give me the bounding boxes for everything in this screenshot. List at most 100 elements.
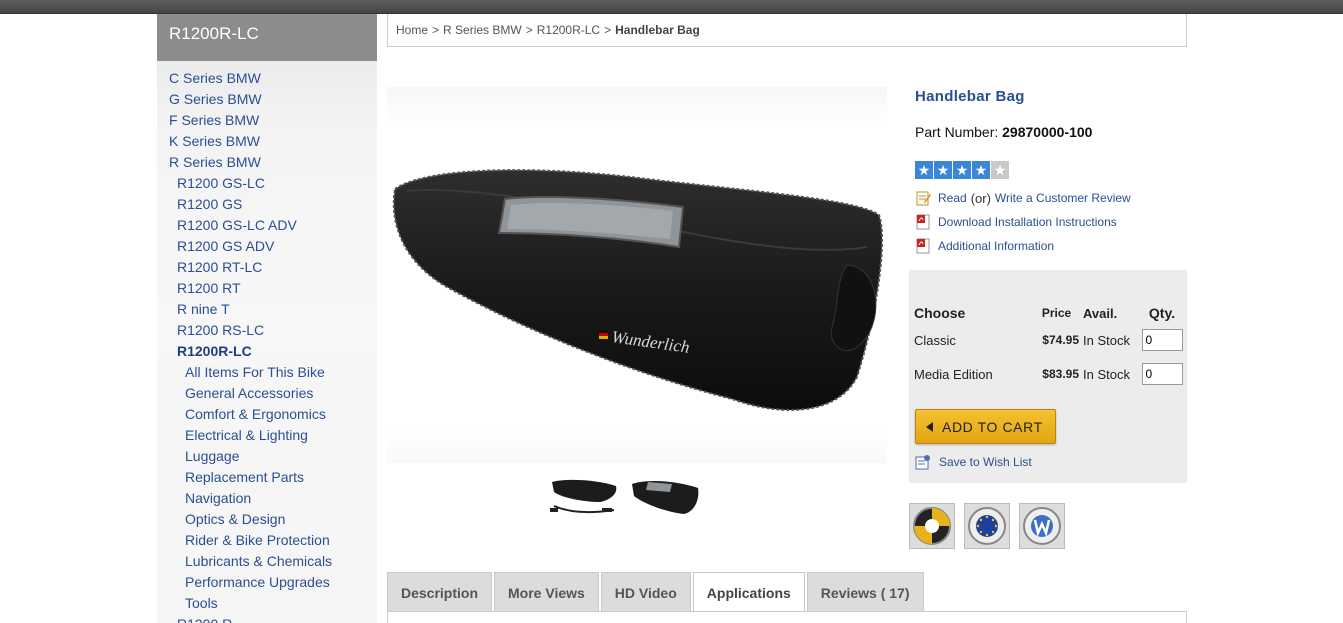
sidebar-title: R1200R-LC xyxy=(157,14,377,61)
sidebar-item[interactable]: R1200 GS xyxy=(157,194,377,215)
tab-more-views[interactable]: More Views xyxy=(494,572,599,612)
breadcrumb: Home > R Series BMW > R1200R-LC > Handlebar Ba… xyxy=(387,14,1187,47)
variant-name: Media Edition xyxy=(914,366,993,382)
write-review-link[interactable]: Write a Customer Review xyxy=(995,191,1131,205)
feature-badges xyxy=(909,503,1065,549)
qty-input-classic[interactable] xyxy=(1141,329,1183,351)
star-icon: ★ xyxy=(953,161,971,179)
sidebar-item[interactable]: F Series BMW xyxy=(157,110,377,131)
wishlist-icon xyxy=(915,454,931,470)
star-icon: ★ xyxy=(934,161,952,179)
add-to-cart-label: ADD TO CART xyxy=(942,418,1043,435)
thumbnail-bag-front xyxy=(632,481,699,514)
sidebar-item[interactable]: Performance Upgrades xyxy=(157,572,377,593)
variant-availability: In Stock xyxy=(1083,332,1130,348)
sidebar-item[interactable]: Rider & Bike Protection xyxy=(157,530,377,551)
sidebar-item[interactable]: C Series BMW xyxy=(157,68,377,89)
table-row: Media Edition $83.95 In Stock xyxy=(914,357,1183,391)
star-icon: ★ xyxy=(991,161,1009,179)
sidebar-item[interactable]: All Items For This Bike xyxy=(157,362,377,383)
variant-availability: In Stock xyxy=(1083,366,1130,382)
save-to-wishlist-link[interactable]: Save to Wish List xyxy=(915,454,1032,470)
sidebar-item[interactable]: R1200 GS-LC xyxy=(157,173,377,194)
tab-applications[interactable]: Applications xyxy=(692,572,805,612)
star-icon: ★ xyxy=(915,161,933,179)
download-instructions-row: Download Installation Instructions xyxy=(915,210,1131,234)
purchase-box: Choose Price Avail. Qty. Classic $74.95 … xyxy=(909,270,1187,483)
sidebar-item[interactable]: R nine T xyxy=(157,299,377,320)
variant-name: Classic xyxy=(914,332,956,348)
sidebar-item[interactable]: Comfort & Ergonomics xyxy=(157,404,377,425)
category-sidebar: R1200R-LC C Series BMW G Series BMW F Seri… xyxy=(157,14,377,623)
qty-input-media-edition[interactable] xyxy=(1141,363,1183,385)
part-number: Part Number: 29870000-100 xyxy=(915,124,1092,140)
add-to-cart-button[interactable]: ADD TO CART xyxy=(915,409,1056,444)
sidebar-item[interactable]: Navigation xyxy=(157,488,377,509)
tab-reviews-17[interactable]: Reviews ( 17) xyxy=(806,572,924,612)
variant-price: $74.95 xyxy=(1042,333,1079,347)
sidebar-item[interactable]: R1200 RT-LC xyxy=(157,257,377,278)
thumbnail-2[interactable] xyxy=(628,476,700,520)
variant-table: Choose Price Avail. Qty. Classic $74.95 … xyxy=(914,303,1183,391)
breadcrumb-link-r1200r-lc[interactable]: R1200R-LC xyxy=(537,23,600,37)
sidebar-item[interactable]: Electrical & Lighting xyxy=(157,425,377,446)
breadcrumb-current: Handlebar Bag xyxy=(615,23,700,37)
variant-price: $83.95 xyxy=(1042,367,1079,381)
thumbnail-1[interactable] xyxy=(548,476,620,520)
sidebar-item[interactable]: R1200 R xyxy=(157,614,377,623)
pdf-icon xyxy=(915,238,931,254)
sidebar-item[interactable]: Tools xyxy=(157,593,377,614)
header-price: Price xyxy=(1041,306,1072,320)
cordura-badge xyxy=(909,503,955,549)
sidebar-nav-list: C Series BMW G Series BMW F Series BMW K Se… xyxy=(157,61,377,623)
breadcrumb-link-home[interactable]: Home xyxy=(396,23,428,37)
arrow-left-icon xyxy=(926,421,933,432)
sidebar-item[interactable]: K Series BMW xyxy=(157,131,377,152)
sidebar-item[interactable]: R1200R-LC xyxy=(157,341,377,362)
sidebar-item[interactable]: R1200 GS ADV xyxy=(157,236,377,257)
table-row: Classic $74.95 In Stock xyxy=(914,323,1183,357)
sidebar-item[interactable]: R1200 RT xyxy=(157,278,377,299)
breadcrumb-separator: > xyxy=(432,23,440,37)
tab-description[interactable]: Description xyxy=(387,572,493,612)
sidebar-item[interactable]: R Series BMW xyxy=(157,152,377,173)
breadcrumb-separator: > xyxy=(525,23,533,37)
header-avail: Avail. xyxy=(1083,305,1118,321)
wishlist-label: Save to Wish List xyxy=(939,455,1032,469)
tab-panel xyxy=(387,611,1187,623)
pdf-icon xyxy=(915,214,931,230)
product-title: Handlebar Bag xyxy=(915,88,1025,105)
part-number-value: 29870000-100 xyxy=(1002,124,1093,140)
sidebar-item[interactable]: Lubricants & Chemicals xyxy=(157,551,377,572)
qty-cell xyxy=(1141,323,1183,357)
rating-stars[interactable]: ★ ★ ★ ★ ★ xyxy=(915,161,1009,179)
sidebar-item[interactable]: Replacement Parts xyxy=(157,467,377,488)
qty-cell xyxy=(1141,357,1183,391)
breadcrumb-link-r-series[interactable]: R Series BMW xyxy=(443,23,522,37)
header-qty: Qty. xyxy=(1148,305,1176,321)
additional-info-row: Additional Information xyxy=(915,234,1131,258)
sidebar-item[interactable]: Luggage xyxy=(157,446,377,467)
sidebar-item[interactable]: Optics & Design xyxy=(157,509,377,530)
additional-info-link[interactable]: Additional Information xyxy=(938,239,1054,253)
review-links-row: Read (or) Write a Customer Review xyxy=(915,186,1131,210)
read-reviews-link[interactable]: Read xyxy=(938,191,967,205)
variant-table-header: Choose Price Avail. Qty. xyxy=(914,303,1183,323)
sidebar-item[interactable]: R1200 RS-LC xyxy=(157,320,377,341)
or-text: (or) xyxy=(970,190,991,206)
download-instructions-link[interactable]: Download Installation Instructions xyxy=(938,215,1117,229)
sidebar-item[interactable]: R1200 GS-LC ADV xyxy=(157,215,377,236)
product-tabs: Description More Views HD Video Application… xyxy=(387,572,926,612)
product-main-image[interactable]: Wunderlich xyxy=(387,87,887,463)
handlebar-bag-image: Wunderlich xyxy=(392,169,884,411)
part-number-label: Part Number: xyxy=(915,124,999,140)
tab-hd-video[interactable]: HD Video xyxy=(600,572,691,612)
thumbnail-strip xyxy=(548,476,700,520)
notepad-pencil-icon xyxy=(915,190,931,206)
sidebar-item[interactable]: G Series BMW xyxy=(157,89,377,110)
thumbnail-bag-with-strap xyxy=(550,479,617,514)
sidebar-item[interactable]: General Accessories xyxy=(157,383,377,404)
breadcrumb-separator: > xyxy=(604,23,612,37)
made-in-europe-badge xyxy=(964,503,1010,549)
header-choose: Choose xyxy=(914,305,966,321)
